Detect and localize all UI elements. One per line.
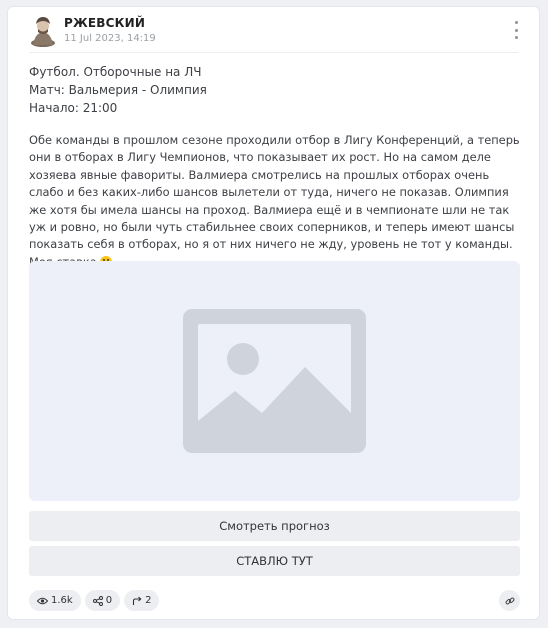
eye-icon	[37, 597, 48, 604]
header-divider	[29, 52, 518, 53]
post-card: РЖЕВСКИЙ 11 Jul 2023, 14:19 Футбол. Отбо…	[7, 6, 540, 620]
share-count: 0	[105, 595, 113, 606]
author-name[interactable]: РЖЕВСКИЙ	[64, 16, 145, 30]
match-line: Матч: Вальмерия - Олимпия	[29, 83, 207, 97]
sport-line: Футбол. Отборочные на ЛЧ	[29, 65, 202, 79]
repost-counter[interactable]: 2	[124, 590, 160, 611]
post-body-text: Обе команды в прошлом сезоне проходили о…	[29, 133, 520, 269]
bet-here-button[interactable]: СТАВЛЮ ТУТ	[29, 546, 520, 576]
post-header: РЖЕВСКИЙ 11 Jul 2023, 14:19	[29, 15, 521, 55]
views-counter[interactable]: 1.6k	[29, 590, 81, 611]
share-icon	[92, 595, 103, 606]
repost-count: 2	[145, 595, 152, 606]
avatar[interactable]	[29, 15, 57, 47]
view-forecast-button[interactable]: Смотреть прогноз	[29, 511, 520, 541]
post-stats: 1.6k 0 2	[29, 590, 160, 612]
repost-arrow-icon	[133, 596, 142, 605]
share-counter[interactable]: 0	[84, 590, 121, 611]
match-info: Футбол. Отборочные на ЛЧ Матч: Вальмерия…	[29, 63, 521, 117]
link-icon	[505, 597, 514, 604]
copy-link-button[interactable]	[499, 590, 520, 611]
start-time-line: Начало: 21:00	[29, 101, 118, 115]
image-placeholder[interactable]	[29, 261, 520, 501]
image-placeholder-icon	[183, 309, 366, 453]
post-body: Обе команды в прошлом сезоне проходили о…	[29, 132, 521, 271]
views-count: 1.6k	[51, 595, 73, 606]
post-date: 11 Jul 2023, 14:19	[64, 33, 156, 44]
more-options-icon[interactable]	[511, 21, 521, 39]
